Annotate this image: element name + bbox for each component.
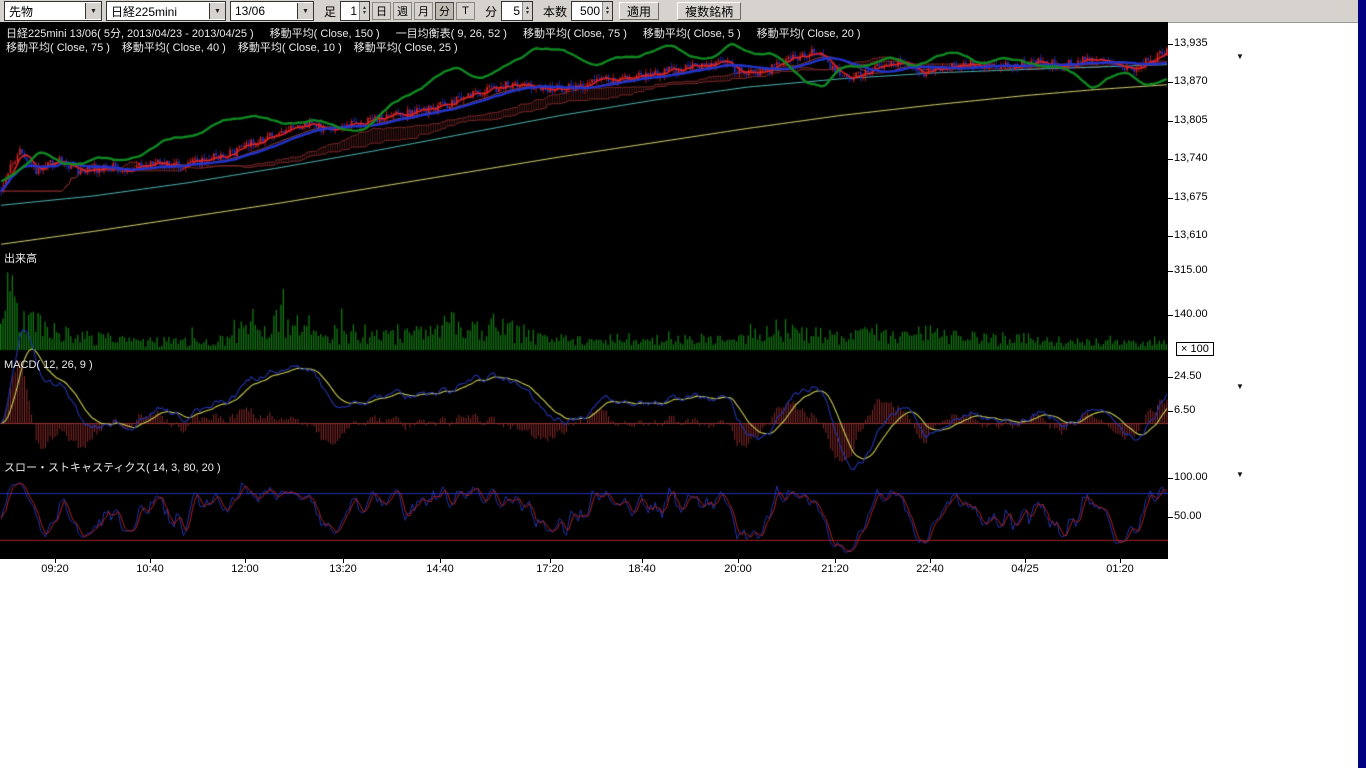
symbol-select[interactable]: 日経225mini ▼ <box>106 1 226 21</box>
axis-tick <box>1120 559 1121 563</box>
chart-application-window: 先物 ▼ 日経225mini ▼ 13/06 ▼ 足 ▴▾ 日 週 月 分 T … <box>0 0 1366 768</box>
count-input[interactable] <box>572 2 602 20</box>
price-axis-label: 13,610 <box>1174 229 1208 241</box>
contract-month-value: 13/06 <box>231 4 297 18</box>
axis-tick <box>1168 315 1173 316</box>
minute-value-input[interactable] <box>502 2 522 20</box>
axis-tick <box>150 559 151 563</box>
macd-pane-collapse-arrow-icon[interactable]: ▼ <box>1236 382 1244 391</box>
period-button-tick[interactable]: T <box>456 2 475 20</box>
axis-tick <box>1168 411 1173 412</box>
stoch-axis-label: 50.00 <box>1174 510 1202 522</box>
spinner-arrows-icon[interactable]: ▴▾ <box>522 2 532 20</box>
window-edge-strip <box>1358 0 1366 768</box>
time-axis-label: 04/25 <box>1003 563 1047 575</box>
time-axis-label: 18:40 <box>620 563 664 575</box>
time-axis-label: 21:20 <box>813 563 857 575</box>
apply-button[interactable]: 適用 <box>619 2 659 20</box>
period-button-month[interactable]: 月 <box>414 2 433 20</box>
price-pane-collapse-arrow-icon[interactable]: ▼ <box>1236 52 1244 61</box>
time-axis-label: 17:20 <box>528 563 572 575</box>
period-button-week[interactable]: 週 <box>393 2 412 20</box>
indicator-label-ma10: 移動平均( Close, 10 ) <box>238 39 342 55</box>
bar-interval-input[interactable] <box>341 2 359 20</box>
instrument-type-value: 先物 <box>5 3 85 20</box>
time-axis-label: 20:00 <box>716 563 760 575</box>
price-axis-label: 13,740 <box>1174 152 1208 164</box>
time-axis-label: 12:00 <box>223 563 267 575</box>
macd-axis-label: 6.50 <box>1174 404 1195 416</box>
axis-tick <box>1168 236 1173 237</box>
axis-tick <box>1168 159 1173 160</box>
minute-label: 分 <box>485 3 497 20</box>
indicator-label-ma40: 移動平均( Close, 40 ) <box>122 39 226 55</box>
time-axis-label: 10:40 <box>128 563 172 575</box>
period-button-day[interactable]: 日 <box>372 2 391 20</box>
axis-tick <box>1168 198 1173 199</box>
indicator-label-ma5: 移動平均( Close, 5 ) <box>643 25 741 41</box>
stoch-axis-label: 100.00 <box>1174 471 1208 483</box>
axis-tick <box>343 559 344 563</box>
symbol-value: 日経225mini <box>107 3 209 20</box>
chart-canvas[interactable] <box>0 22 1168 559</box>
axis-tick <box>55 559 56 563</box>
axis-tick <box>550 559 551 563</box>
indicator-label-ma25: 移動平均( Close, 25 ) <box>354 39 458 55</box>
time-axis-label: 01:20 <box>1098 563 1142 575</box>
chevron-down-icon[interactable]: ▼ <box>209 3 225 19</box>
axis-tick <box>1168 121 1173 122</box>
volume-multiplier-badge: × 100 <box>1176 342 1214 356</box>
axis-tick <box>1168 377 1173 378</box>
axis-tick <box>642 559 643 563</box>
axis-tick <box>1025 559 1026 563</box>
axis-tick <box>1168 517 1173 518</box>
time-axis-label: 14:40 <box>418 563 462 575</box>
axis-tick <box>245 559 246 563</box>
bar-label: 足 <box>324 3 336 20</box>
legend-row-2: 移動平均( Close, 75 ) 移動平均( Close, 40 ) 移動平均… <box>6 39 458 55</box>
count-stepper[interactable]: ▴▾ <box>571 1 613 21</box>
axis-tick <box>1168 82 1173 83</box>
spinner-arrows-icon[interactable]: ▴▾ <box>602 2 612 20</box>
contract-month-select[interactable]: 13/06 ▼ <box>230 1 314 21</box>
stoch-pane-collapse-arrow-icon[interactable]: ▼ <box>1236 470 1244 479</box>
time-axis-label: 09:20 <box>33 563 77 575</box>
indicator-label-ma20: 移動平均( Close, 20 ) <box>757 25 861 41</box>
axis-tick <box>738 559 739 563</box>
axis-tick <box>930 559 931 563</box>
chevron-down-icon[interactable]: ▼ <box>85 3 101 19</box>
volume-axis-label: 315.00 <box>1174 264 1208 276</box>
price-axis-label: 13,935 <box>1174 37 1208 49</box>
axis-tick <box>1168 478 1173 479</box>
axis-tick <box>835 559 836 563</box>
multi-symbol-button[interactable]: 複数銘柄 <box>677 2 741 20</box>
time-axis-label: 22:40 <box>908 563 952 575</box>
macd-pane-label: MACD( 12, 26, 9 ) <box>4 359 93 371</box>
price-axis-label: 13,870 <box>1174 75 1208 87</box>
axis-tick <box>440 559 441 563</box>
axis-tick <box>1168 44 1173 45</box>
indicator-label-ma75: 移動平均( Close, 75 ) <box>523 25 627 41</box>
period-button-minute[interactable]: 分 <box>435 2 454 20</box>
main-toolbar: 先物 ▼ 日経225mini ▼ 13/06 ▼ 足 ▴▾ 日 週 月 分 T … <box>0 0 1358 23</box>
stoch-pane-label: スロー・ストキャスティクス( 14, 3, 80, 20 ) <box>4 459 221 475</box>
instrument-type-select[interactable]: 先物 ▼ <box>4 1 102 21</box>
axis-tick <box>1168 271 1173 272</box>
minute-value-stepper[interactable]: ▴▾ <box>501 1 533 21</box>
volume-axis-label: 140.00 <box>1174 308 1208 320</box>
chevron-down-icon[interactable]: ▼ <box>297 3 313 19</box>
spinner-arrows-icon[interactable]: ▴▾ <box>359 2 369 20</box>
macd-axis-label: 24.50 <box>1174 370 1202 382</box>
chart-area <box>0 22 1168 559</box>
volume-pane-label: 出来高 <box>4 250 37 266</box>
price-axis-label: 13,805 <box>1174 114 1208 126</box>
bar-interval-stepper[interactable]: ▴▾ <box>340 1 370 21</box>
price-axis-label: 13,675 <box>1174 191 1208 203</box>
indicator-label-ma75b: 移動平均( Close, 75 ) <box>6 39 110 55</box>
count-label: 本数 <box>543 3 567 20</box>
time-axis-label: 13:20 <box>321 563 365 575</box>
